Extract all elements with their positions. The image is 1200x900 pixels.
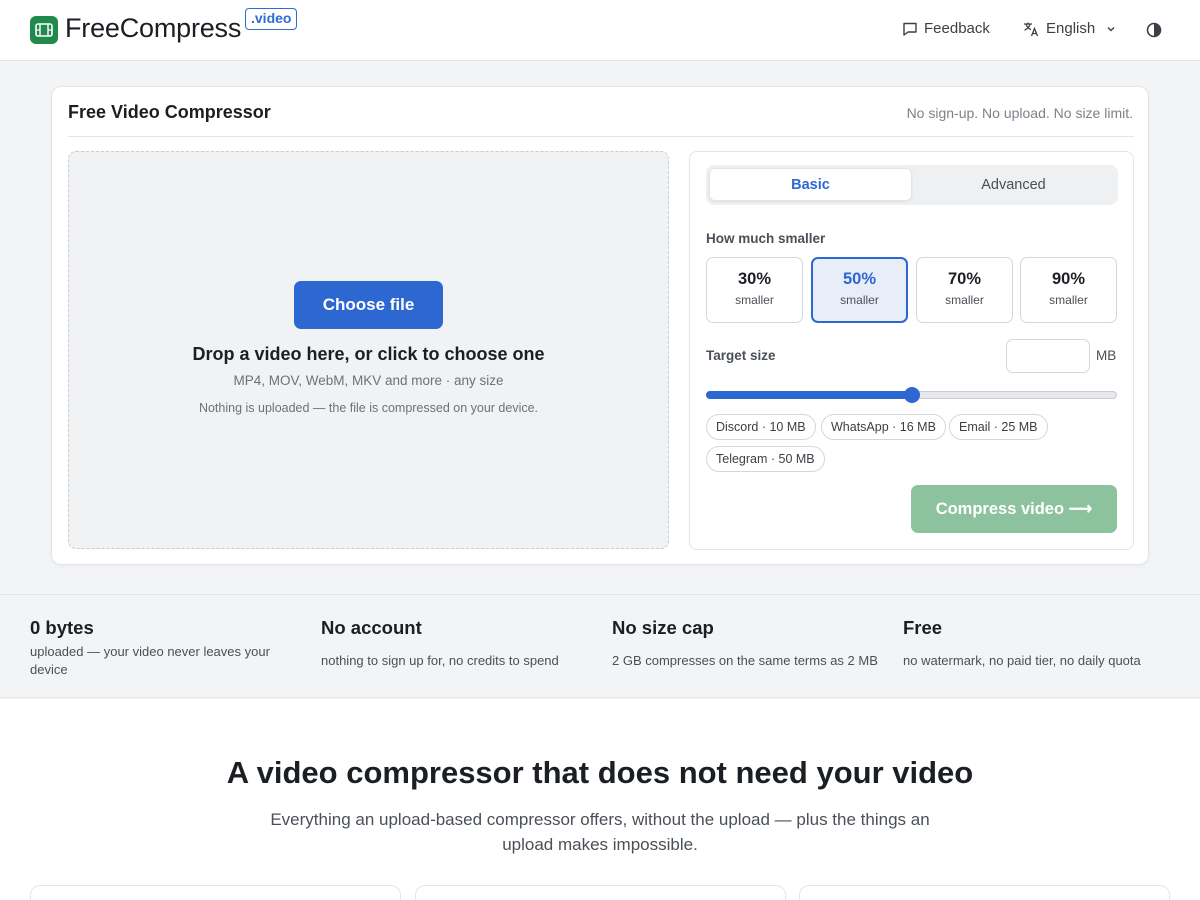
compress-video-button[interactable]: Compress video ⟶ [911, 485, 1117, 533]
stats-strip: 0 bytes uploaded — your video never leav… [0, 594, 1200, 698]
chip-telegram[interactable]: Telegram · 50 MB [706, 446, 825, 472]
tab-basic[interactable]: Basic [709, 168, 912, 201]
preset-percent: 50% [842, 270, 877, 288]
settings-panel: Basic Advanced How much smaller 30% smal… [689, 151, 1134, 550]
section-title: A video compressor that does not need yo… [226, 755, 974, 790]
preset-30-button[interactable]: 30% smaller [706, 257, 803, 323]
preset-sub: smaller [735, 293, 774, 307]
chip-discord[interactable]: Discord · 10 MB [706, 414, 816, 440]
stat-desc: nothing to sign up for, no credits to sp… [321, 653, 559, 668]
top-header: FreeCompress .video Feedback English [0, 0, 1200, 61]
dropzone-title: Drop a video here, or click to choose on… [192, 344, 545, 364]
stat-desc: 2 GB compresses on the same terms as 2 M… [612, 653, 878, 668]
logo-text[interactable]: FreeCompress [65, 13, 241, 44]
feature-card [799, 885, 1170, 900]
stat-free: Free no watermark, no paid tier, no dail… [903, 617, 1183, 670]
target-size-input[interactable] [1006, 339, 1090, 373]
card-note: No sign-up. No upload. No size limit. [906, 105, 1133, 121]
divider [68, 136, 1134, 137]
logo-badge: .video [245, 8, 298, 30]
stat-desc: no watermark, no paid tier, no daily quo… [903, 653, 1141, 668]
stat-title: No size cap [612, 617, 714, 638]
preset-90-button[interactable]: 90% smaller [1020, 257, 1117, 323]
card-title: Free Video Compressor [68, 102, 271, 122]
language-select[interactable]: English [1023, 20, 1117, 37]
stat-uploaded: 0 bytes uploaded — your video never leav… [30, 617, 300, 679]
mode-tabs: Basic Advanced [706, 165, 1118, 205]
target-size-unit: MB [1096, 348, 1117, 363]
stat-title: Free [903, 617, 943, 638]
preset-sub: smaller [945, 293, 984, 307]
preset-50-button[interactable]: 50% smaller [811, 257, 908, 323]
preset-percent: 90% [1051, 270, 1086, 288]
reduction-label: How much smaller [706, 231, 826, 246]
stat-desc: uploaded — your video never leaves your … [30, 644, 270, 677]
choose-file-button[interactable]: Choose file [294, 281, 443, 329]
preset-sub: smaller [840, 293, 879, 307]
chip-email[interactable]: Email · 25 MB [949, 414, 1048, 440]
target-size-label: Target size [706, 348, 776, 363]
message-square-icon [903, 22, 917, 36]
dropzone-formats: MP4, MOV, WebM, MKV and more · any size [233, 373, 504, 388]
size-slider-fill [706, 391, 912, 399]
section-subtitle: Everything an upload-based compressor of… [270, 810, 930, 854]
size-slider-thumb[interactable] [903, 387, 920, 403]
film-icon[interactable] [30, 16, 58, 44]
stat-title: No account [321, 617, 422, 638]
compressor-card: Free Video Compressor No sign-up. No upl… [51, 86, 1149, 565]
translate-icon [1024, 22, 1039, 36]
chip-whatsapp[interactable]: WhatsApp · 16 MB [821, 414, 946, 440]
feedback-link[interactable]: Feedback [902, 20, 990, 37]
preset-percent: 70% [947, 270, 982, 288]
stat-size-cap: No size cap 2 GB compresses on the same … [612, 617, 882, 670]
feedback-label: Feedback [924, 20, 990, 37]
dropzone-privacy-note: Nothing is uploaded — the file is compre… [198, 401, 539, 415]
feature-card [30, 885, 401, 900]
preset-percent: 30% [737, 270, 772, 288]
language-label: English [1046, 20, 1096, 37]
stat-title: 0 bytes [30, 617, 94, 638]
video-dropzone[interactable]: Choose file Drop a video here, or click … [68, 151, 669, 549]
preset-sub: smaller [1049, 293, 1088, 307]
chevron-down-icon [1107, 26, 1115, 31]
feature-card [415, 885, 786, 900]
features-section: A video compressor that does not need yo… [0, 699, 1200, 900]
tab-advanced[interactable]: Advanced [912, 168, 1115, 201]
preset-70-button[interactable]: 70% smaller [916, 257, 1013, 323]
contrast-icon[interactable] [1145, 21, 1163, 39]
stat-account: No account nothing to sign up for, no cr… [321, 617, 591, 670]
